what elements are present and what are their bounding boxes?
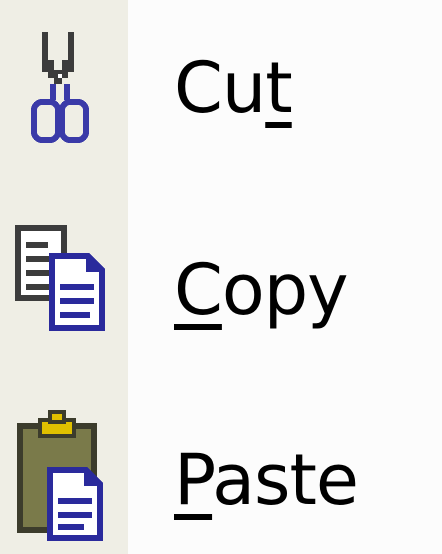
menu-item-label: Paste bbox=[174, 439, 359, 521]
context-menu: Cut Copy Paste bbox=[0, 0, 442, 554]
menu-item-cut[interactable]: Cut bbox=[0, 20, 442, 170]
scissors-icon bbox=[0, 20, 128, 170]
menu-item-copy[interactable]: Copy bbox=[0, 210, 442, 360]
mnemonic-key: C bbox=[174, 249, 223, 331]
copy-icon bbox=[0, 210, 128, 360]
menu-item-label: Cut bbox=[174, 47, 293, 129]
clipboard-icon bbox=[0, 404, 128, 554]
mnemonic-key: t bbox=[265, 47, 292, 129]
menu-item-label: Copy bbox=[174, 249, 349, 331]
mnemonic-key: P bbox=[174, 439, 213, 521]
menu-item-paste[interactable]: Paste bbox=[0, 404, 442, 554]
